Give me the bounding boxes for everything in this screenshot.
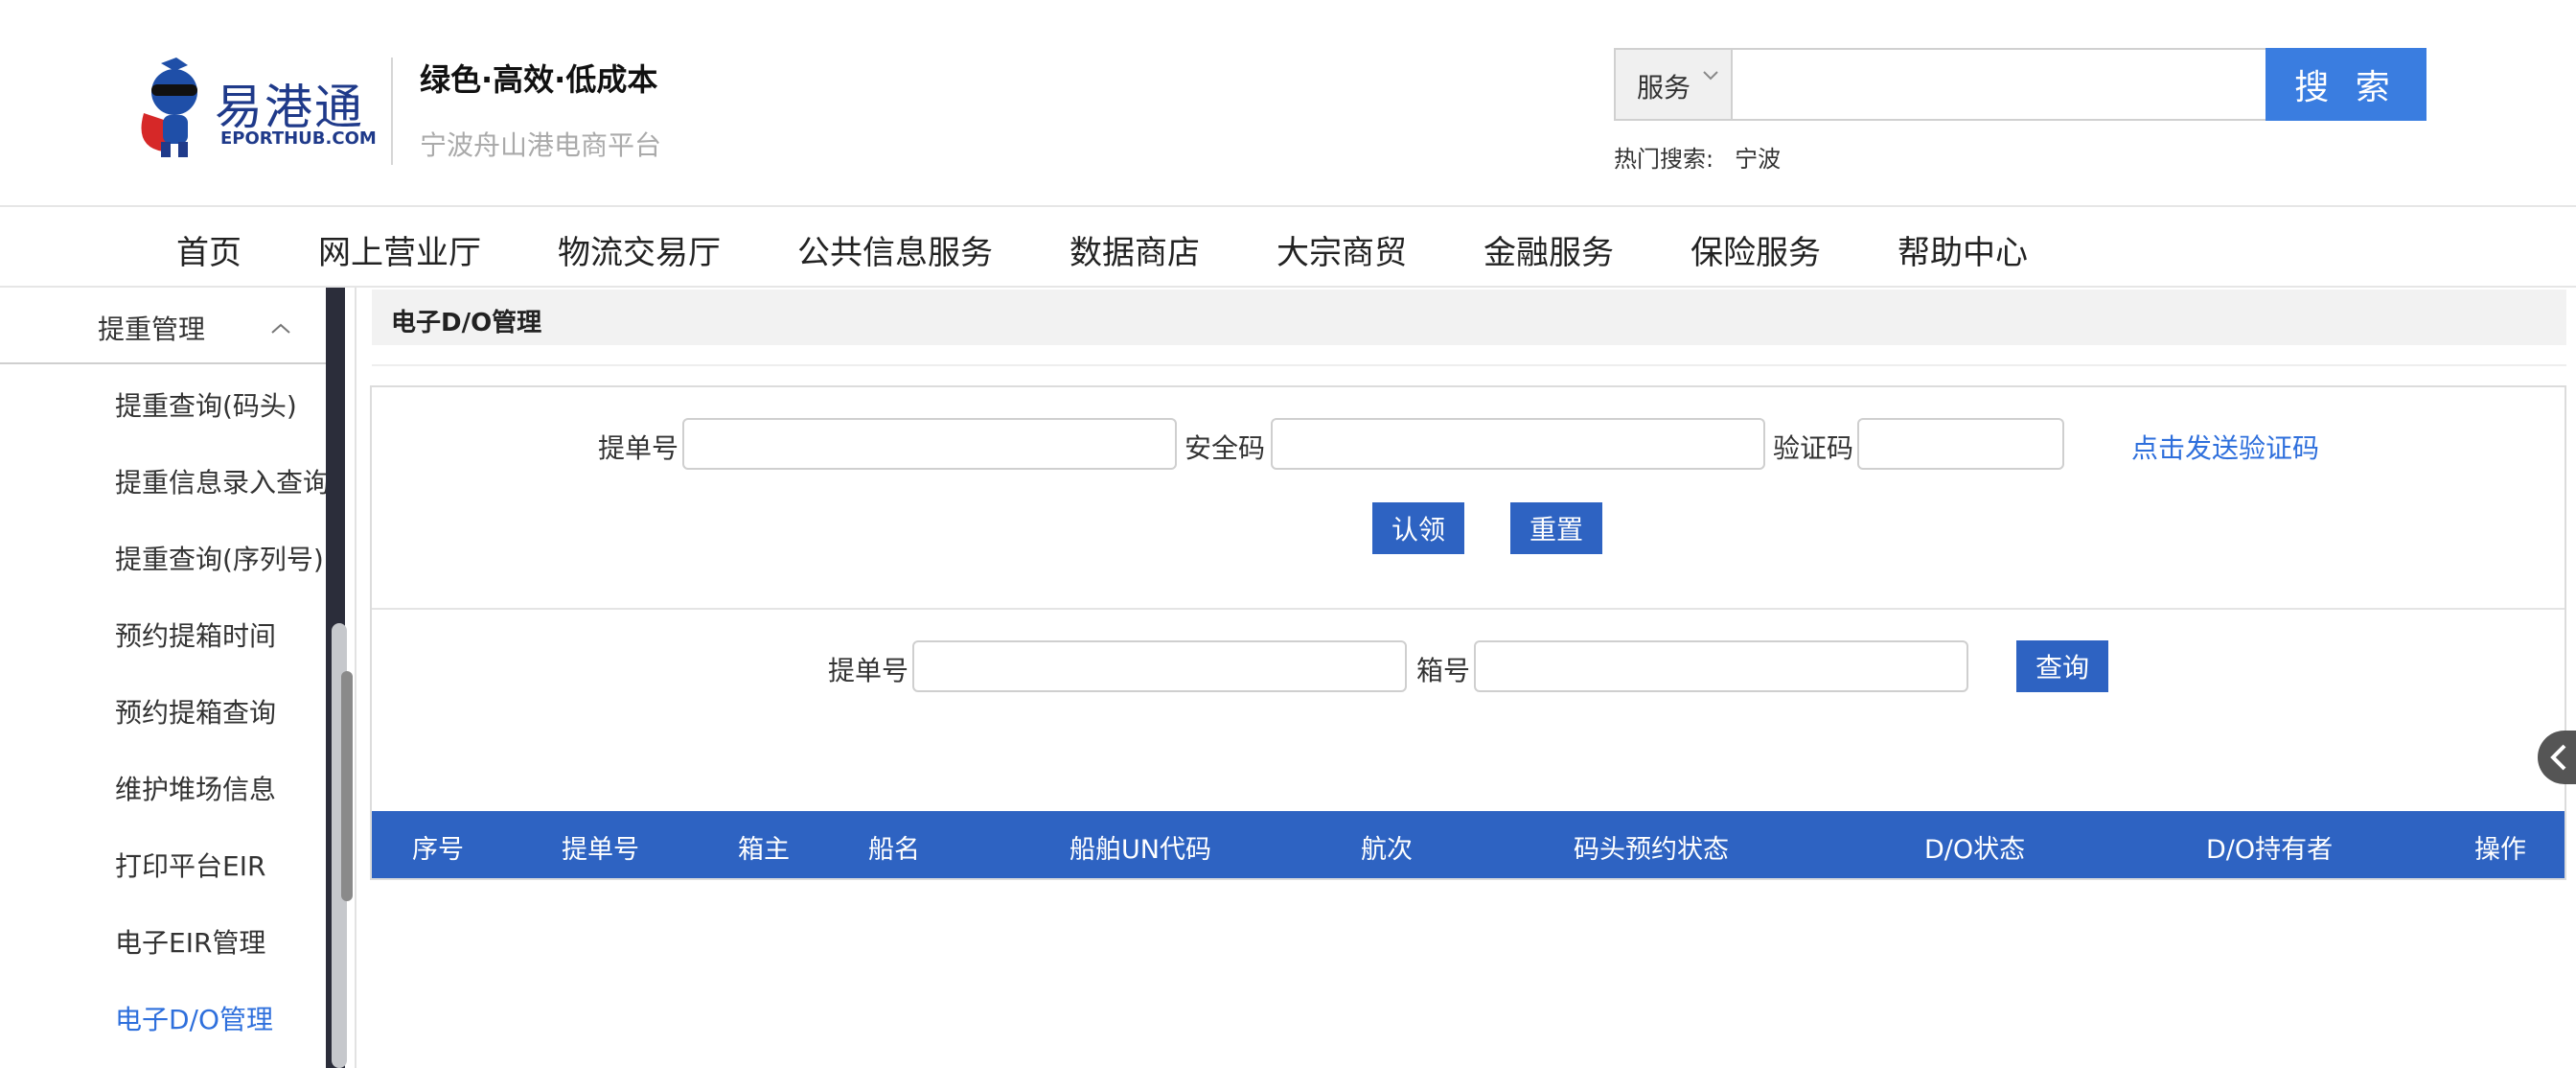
sidebar-item-book-pickup-query[interactable]: 预约提箱查询 <box>115 692 276 731</box>
column-header-ship-un-code: 船舶UN代码 <box>1070 835 1211 865</box>
search-category-select[interactable]: 服务 <box>1616 50 1733 119</box>
mascot-icon <box>141 58 197 157</box>
nav-item-public-info[interactable]: 公共信息服务 <box>797 226 993 273</box>
sidebar-item-book-pickup-time[interactable]: 预约提箱时间 <box>115 615 276 654</box>
hot-search-label: 热门搜索: <box>1614 146 1714 173</box>
table-header: 序号 提单号 箱主 船名 船舶UN代码 航次 码头预约状态 D/O状态 D/O持… <box>372 811 2564 878</box>
hot-search: 热门搜索: 宁波 <box>1614 140 1781 174</box>
column-header-do-holder: D/O持有者 <box>2206 835 2334 865</box>
verify-code-input[interactable] <box>1857 418 2064 470</box>
search-input[interactable] <box>1735 50 2252 119</box>
box-number-input[interactable] <box>1474 640 1968 692</box>
search-button[interactable]: 搜 索 <box>2266 48 2426 121</box>
chevron-down-icon <box>1702 63 1719 87</box>
nav-item-finance[interactable]: 金融服务 <box>1484 226 1614 273</box>
sidebar-item-pickup-info-entry[interactable]: 提重信息录入查询 <box>115 462 330 500</box>
query-bill-label: 提单号 <box>828 655 909 686</box>
query-bill-input[interactable] <box>912 640 1407 692</box>
nav-item-logistics[interactable]: 物流交易厅 <box>558 226 721 273</box>
sidebar-divider <box>355 288 356 1068</box>
column-header-terminal-booking: 码头预约状态 <box>1574 835 1729 865</box>
sidebar-item-do-management[interactable]: 电子D/O管理 <box>115 999 273 1037</box>
chevron-left-icon <box>2550 744 2566 771</box>
header-divider <box>391 58 393 165</box>
site-logo[interactable]: 易港通 EPORTHUB.COM <box>134 56 377 161</box>
breadcrumb: 电子D/O管理 <box>391 309 542 337</box>
nav-item-online-hall[interactable]: 网上营业厅 <box>318 226 481 273</box>
column-header-ship-name: 船名 <box>868 835 920 865</box>
column-header-index: 序号 <box>412 835 464 865</box>
sidebar-item-yard-info[interactable]: 维护堆场信息 <box>115 769 276 807</box>
sidebar-item-eir-management[interactable]: 电子EIR管理 <box>115 922 265 961</box>
box-number-label: 箱号 <box>1416 655 1471 686</box>
query-button[interactable]: 查询 <box>2016 640 2108 692</box>
nav-item-insurance[interactable]: 保险服务 <box>1690 226 1821 273</box>
claim-bill-input[interactable] <box>682 418 1177 470</box>
hot-search-item[interactable]: 宁波 <box>1735 146 1781 173</box>
send-verify-code-link[interactable]: 点击发送验证码 <box>2131 428 2319 466</box>
sidebar-scrollbar-thumb[interactable] <box>341 671 353 901</box>
security-code-input[interactable] <box>1271 418 1765 470</box>
security-code-label: 安全码 <box>1184 432 1266 464</box>
sidebar-item-print-eir[interactable]: 打印平台EIR <box>115 846 265 884</box>
column-header-voyage: 航次 <box>1361 835 1413 865</box>
slogan: 绿色·高效·低成本 <box>420 61 658 98</box>
reset-button[interactable]: 重置 <box>1510 502 1602 554</box>
column-header-bill: 提单号 <box>562 835 639 865</box>
sidebar-item-pickup-query-terminal[interactable]: 提重查询(码头) <box>115 385 297 424</box>
claim-bill-label: 提单号 <box>598 432 679 464</box>
content-divider <box>372 364 2566 366</box>
claim-button[interactable]: 认领 <box>1372 502 1464 554</box>
sidebar-item-pickup-query-serial[interactable]: 提重查询(序列号) <box>115 539 324 577</box>
nav-item-bulk-trade[interactable]: 大宗商贸 <box>1276 226 1407 273</box>
site-header: 易港通 EPORTHUB.COM 绿色·高效·低成本 宁波舟山港电商平台 服务 … <box>0 0 2576 207</box>
sidebar-group-header[interactable]: 提重管理 <box>0 288 326 364</box>
nav-item-data-store[interactable]: 数据商店 <box>1070 226 1200 273</box>
column-header-actions: 操作 <box>2474 835 2526 865</box>
chevron-up-icon <box>270 316 291 340</box>
breadcrumb-bar: 电子D/O管理 <box>372 290 2566 345</box>
search-category-value: 服务 <box>1637 72 1691 104</box>
nav-item-help[interactable]: 帮助中心 <box>1898 226 2028 273</box>
verify-code-label: 验证码 <box>1773 432 1854 464</box>
nav-item-home[interactable]: 首页 <box>176 226 242 273</box>
sidebar-group-title: 提重管理 <box>98 313 206 345</box>
column-header-box-owner: 箱主 <box>738 835 790 865</box>
logo-subtext: EPORTHUB.COM <box>220 128 377 149</box>
panel-separator <box>372 608 2564 610</box>
sidebar: 提重管理 提重查询(码头) 提重信息录入查询 提重查询(序列号) 预约提箱时间 … <box>0 288 330 1068</box>
main-nav: 首页 网上营业厅 物流交易厅 公共信息服务 数据商店 大宗商贸 金融服务 保险服… <box>0 209 2576 288</box>
platform-name: 宁波舟山港电商平台 <box>420 129 662 161</box>
column-header-do-status: D/O状态 <box>1924 835 2026 865</box>
